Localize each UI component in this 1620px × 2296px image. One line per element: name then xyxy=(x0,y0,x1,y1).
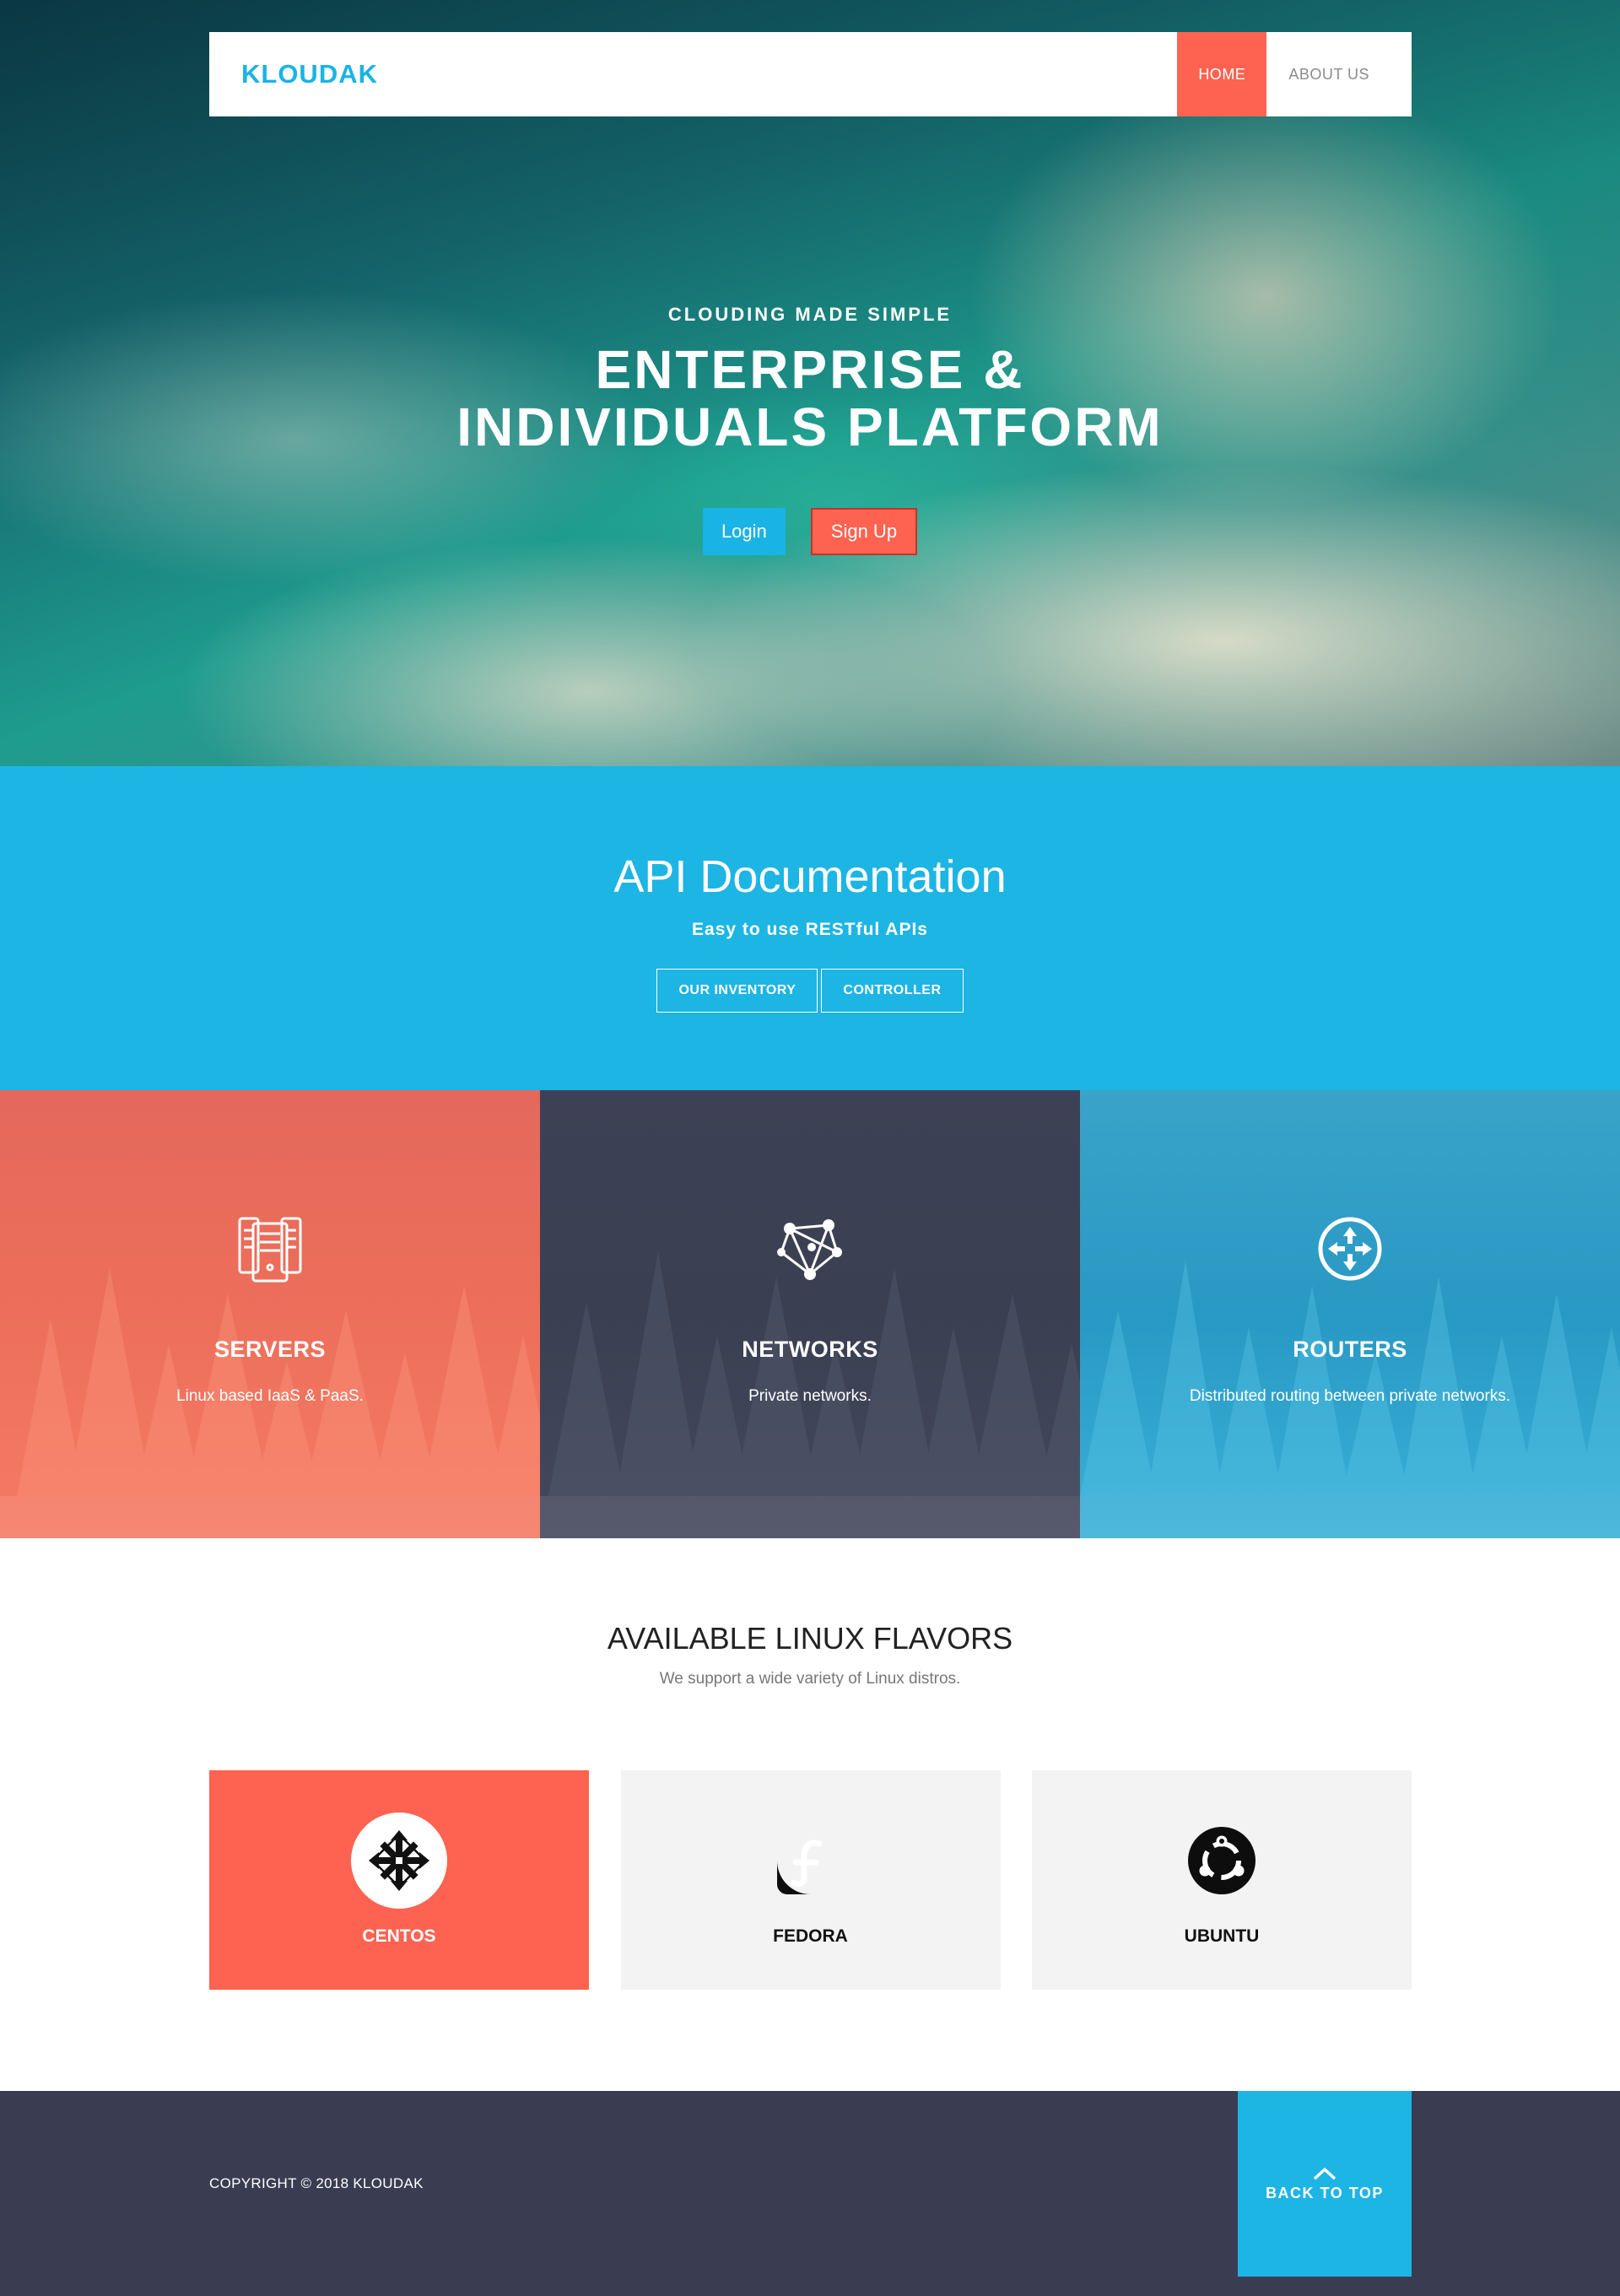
router-icon xyxy=(1318,1217,1382,1281)
distro-card-fedora[interactable]: FEDORA xyxy=(620,1770,1001,1990)
feature-title: ROUTERS xyxy=(1293,1337,1407,1362)
feature-strip xyxy=(1080,1496,1620,1538)
server-icon xyxy=(238,1217,302,1283)
feature-desc: Linux based IaaS & PaaS. xyxy=(176,1387,364,1405)
distro-name: CENTOS xyxy=(362,1926,436,1946)
distro-card-ubuntu[interactable]: UBUNTU xyxy=(1032,1770,1412,1990)
features-section: SERVERS Linux based IaaS & PaaS. NETWORK… xyxy=(0,1090,1620,1538)
feature-desc: Distributed routing between private netw… xyxy=(1189,1387,1511,1405)
linux-subtitle: We support a wide variety of Linux distr… xyxy=(659,1670,961,1688)
network-icon xyxy=(777,1219,842,1280)
top-navbar: KLOUDAK HOME ABOUT US xyxy=(209,32,1412,116)
api-subtitle: Easy to use RESTful APIs xyxy=(692,920,928,939)
distro-list: CENTOS FEDORA UBUNTU xyxy=(209,1770,1412,1990)
hero-kicker: CLOUDING MADE SIMPLE xyxy=(667,304,953,325)
footer: COPYRIGHT © 2018 KLOUDAK BACK TO TOP xyxy=(0,2091,1620,2296)
copyright-text: COPYRIGHT © 2018 KLOUDAK xyxy=(209,2175,424,2191)
nav-home-link[interactable]: HOME xyxy=(1177,32,1267,116)
back-to-top-button[interactable]: BACK TO TOP xyxy=(1238,2091,1412,2277)
feature-servers: SERVERS Linux based IaaS & PaaS. xyxy=(0,1090,540,1538)
api-section: API Documentation Easy to use RESTful AP… xyxy=(0,766,1620,1090)
linux-flavors-section: AVAILABLE LINUX FLAVORS We support a wid… xyxy=(0,1538,1620,2091)
ubuntu-logo-icon xyxy=(1174,1812,1270,1909)
hero-section: KLOUDAK HOME ABOUT US CLOUDING MADE SIMP… xyxy=(0,0,1620,766)
fedora-logo-icon xyxy=(763,1812,859,1909)
controller-button[interactable]: CONTROLLER xyxy=(821,969,964,1013)
distro-name: FEDORA xyxy=(773,1926,848,1946)
signup-button[interactable]: Sign Up xyxy=(810,508,918,555)
hero-title-line1: ENTERPRISE & xyxy=(595,339,1025,400)
feature-routers: ROUTERS Distributed routing between priv… xyxy=(1080,1090,1620,1538)
feature-strip xyxy=(0,1496,540,1538)
linux-title: AVAILABLE LINUX FLAVORS xyxy=(607,1621,1013,1656)
feature-networks: NETWORKS Private networks. xyxy=(540,1090,1080,1538)
hero-content: CLOUDING MADE SIMPLE ENTERPRISE & INDIVI… xyxy=(0,304,1620,555)
feature-title: NETWORKS xyxy=(742,1337,878,1362)
brand-logo[interactable]: KLOUDAK xyxy=(241,59,378,89)
feature-title: SERVERS xyxy=(213,1337,327,1362)
distro-name: UBUNTU xyxy=(1184,1926,1260,1946)
login-button[interactable]: Login xyxy=(702,508,786,555)
feature-strip xyxy=(540,1496,1080,1538)
api-buttons: OUR INVENTORY CONTROLLER xyxy=(0,969,1620,1013)
distro-card-centos[interactable]: CENTOS xyxy=(209,1770,589,1990)
hero-title-line2: INDIVIDUALS PLATFORM xyxy=(456,397,1164,457)
hero-buttons: Login Sign Up xyxy=(0,508,1620,555)
centos-logo-icon xyxy=(351,1812,447,1909)
nav-about-link[interactable]: ABOUT US xyxy=(1266,32,1412,116)
chevron-up-icon xyxy=(1313,2167,1336,2180)
our-inventory-button[interactable]: OUR INVENTORY xyxy=(656,969,818,1013)
feature-desc: Private networks. xyxy=(748,1387,872,1405)
hero-title: ENTERPRISE & INDIVIDUALS PLATFORM xyxy=(0,341,1620,456)
back-to-top-label: BACK TO TOP xyxy=(1266,2184,1384,2201)
nav-links: HOME ABOUT US xyxy=(1177,32,1412,116)
api-title: API Documentation xyxy=(613,851,1007,902)
